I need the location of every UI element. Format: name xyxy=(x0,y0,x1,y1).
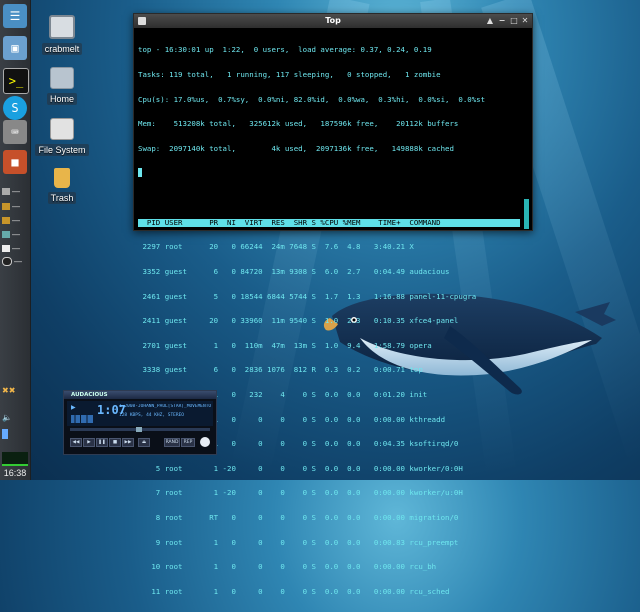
maximize-icon[interactable]: □ xyxy=(510,17,518,25)
play-button[interactable]: ▶ xyxy=(83,438,95,447)
seek-knob[interactable] xyxy=(136,427,142,432)
eject-button[interactable]: ⏏ xyxy=(138,438,150,447)
window-title: Top xyxy=(325,16,341,25)
song-title: 1-2008-JOHANN_PAUL[STAR]_MOVEMENTO 4 xyxy=(119,404,211,409)
pause-button[interactable]: ❚❚ xyxy=(96,438,108,447)
monitor-icon xyxy=(49,15,75,39)
audacious-logo-icon xyxy=(200,437,210,447)
repeat-button[interactable]: REP xyxy=(181,438,195,447)
seek-bar[interactable] xyxy=(70,427,210,432)
process-row: 2701 guest 1 0 110m 47m 13m S 1.0 9.4 1:… xyxy=(138,340,432,350)
window-menu-icon[interactable] xyxy=(138,17,146,25)
player-title-bar[interactable]: AUDACIOUS xyxy=(64,391,216,399)
keyboard-launcher-icon[interactable]: ⌨ xyxy=(3,120,27,144)
trash-icon xyxy=(54,168,70,188)
summary-line: Swap: 2097140k total, 4k used, 2097136k … xyxy=(138,143,454,153)
process-row: 2297 root 20 0 66244 24m 7648 S 7.6 4.8 … xyxy=(138,242,414,252)
process-row: 10 root 1 0 0 0 0 S 0.0 0.0 0:00.00 rcu_… xyxy=(138,562,437,572)
scrollbar-thumb[interactable] xyxy=(524,199,529,229)
terminal-window[interactable]: Top ▲ − □ ✕ top - 16:30:01 up 1:22, 0 us… xyxy=(133,13,533,596)
terminal-output[interactable]: top - 16:30:01 up 1:22, 0 users, load av… xyxy=(138,30,520,612)
desktop-icon-file-system[interactable]: File System xyxy=(30,118,94,156)
clock[interactable]: 16:38 xyxy=(0,468,30,478)
home-folder-icon xyxy=(50,67,74,89)
close-icon[interactable]: ✕ xyxy=(521,17,529,25)
process-row: 7 root 1 -20 0 0 0 S 0.0 0.0 0:00.00 kwo… xyxy=(138,488,463,498)
next-button[interactable]: ▶▶ xyxy=(122,438,134,447)
process-row: 11 root 1 0 0 0 0 S 0.0 0.0 0:00.00 rcu_… xyxy=(138,586,450,596)
task-button[interactable]: ― xyxy=(2,201,28,212)
bitrate-info: 128 KBPS, 44 KHZ, STEREO xyxy=(119,413,185,418)
cursor xyxy=(138,168,520,178)
stop-button[interactable]: ■ xyxy=(109,438,121,447)
shuffle-button[interactable]: RAND xyxy=(164,438,180,447)
audacious-player[interactable]: AUDACIOUS ▶ 1:07 1-2008-JOHANN_PAUL[STAR… xyxy=(63,390,217,455)
window-launcher-icon[interactable]: ▣ xyxy=(3,36,27,60)
terminal-launcher-icon[interactable]: >_ xyxy=(3,68,29,94)
task-button[interactable]: ― xyxy=(2,243,28,254)
task-button[interactable]: ― xyxy=(2,215,28,226)
process-row: 9 root 1 0 0 0 0 S 0.0 0.0 0:00.83 rcu_p… xyxy=(138,537,459,547)
desktop-icon-home[interactable]: Home xyxy=(30,67,94,105)
process-row: 3352 guest 6 0 84720 13m 9308 S 6.0 2.7 … xyxy=(138,266,450,276)
visualizer xyxy=(71,415,93,423)
task-button[interactable]: ― xyxy=(2,186,28,197)
process-row: 3338 guest 6 0 2836 1076 812 R 0.3 0.2 0… xyxy=(138,365,423,375)
desktop-icon-label: Home xyxy=(46,93,77,105)
volume-icon[interactable]: 🔈 xyxy=(2,412,28,423)
desktop-icon-label: File System xyxy=(35,144,89,156)
summary-line: Tasks: 119 total, 1 running, 117 sleepin… xyxy=(138,70,441,80)
title-bar[interactable]: Top ▲ − □ ✕ xyxy=(134,14,532,28)
process-row: 8 root RT 0 0 0 0 S 0.0 0.0 0:00.00 migr… xyxy=(138,512,459,522)
desktop-icon-label: crabmelt xyxy=(41,43,83,55)
package-launcher-icon[interactable]: ■ xyxy=(3,150,27,174)
shade-icon[interactable]: ▲ xyxy=(486,17,494,25)
drive-icon xyxy=(50,118,74,140)
battery-icon xyxy=(2,428,28,439)
previous-button[interactable]: ◀◀ xyxy=(70,438,82,447)
left-panel: ☰ ▣ >_ S ⌨ ■ ― ― ― ― ― ― ✖✖ 🔈 16:38 xyxy=(0,0,31,480)
task-button[interactable]: ― xyxy=(2,229,28,240)
minimize-icon[interactable]: − xyxy=(498,17,506,25)
skype-launcher-icon[interactable]: S xyxy=(3,96,27,120)
desktop-icon-trash[interactable]: Trash xyxy=(30,168,94,204)
play-indicator-icon: ▶ xyxy=(71,404,76,411)
summary-line: Mem: 513208k total, 325612k used, 187596… xyxy=(138,119,459,129)
process-row: 2411 guest 20 0 33960 11m 9540 S 1.0 2.3… xyxy=(138,316,459,326)
cpu-graph xyxy=(2,452,28,466)
desktop-icon-crabmelt[interactable]: crabmelt xyxy=(30,15,94,55)
process-row: 2461 guest 5 0 18544 6844 5744 S 1.7 1.3… xyxy=(138,291,477,301)
tray-icon[interactable]: ✖✖ xyxy=(2,385,28,396)
desktop-icon-label: Trash xyxy=(47,192,77,204)
process-table-header: PID USER PR NI VIRT RES SHR S %CPU %MEM … xyxy=(138,218,520,227)
task-button[interactable]: ― xyxy=(2,256,28,267)
summary-line: top - 16:30:01 up 1:22, 0 users, load av… xyxy=(138,45,432,55)
menu-launcher-icon[interactable]: ☰ xyxy=(3,4,27,28)
summary-line: Cpu(s): 17.0%us, 0.7%sy, 0.0%ni, 82.0%id… xyxy=(138,94,486,104)
process-row: 5 root 1 -20 0 0 0 S 0.0 0.0 0:00.00 kwo… xyxy=(138,463,463,473)
player-display: ▶ 1:07 1-2008-JOHANN_PAUL[STAR]_MOVEMENT… xyxy=(67,401,213,426)
